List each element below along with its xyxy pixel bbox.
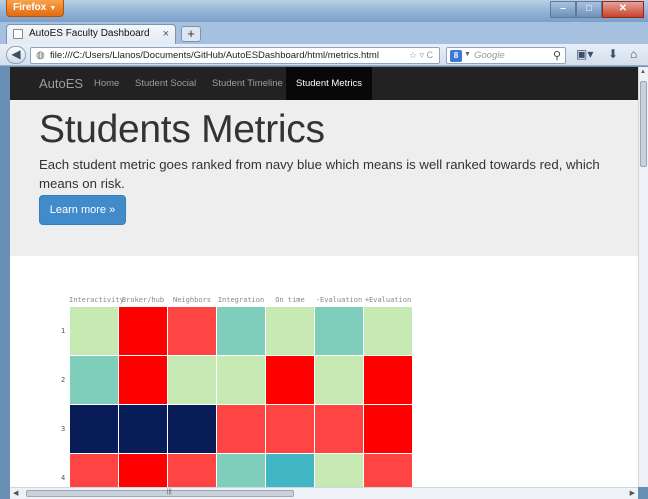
jumbotron: Students Metrics Each student metric goe… — [10, 100, 638, 256]
page-description: Each student metric goes ranked from nav… — [39, 157, 600, 191]
heatmap-cell[interactable] — [315, 356, 363, 404]
heatmap-cell[interactable] — [168, 454, 216, 487]
vertical-scroll-thumb[interactable] — [640, 81, 647, 167]
horizontal-scrollbar[interactable]: ◀ ||| ▶ — [10, 487, 638, 499]
heatmap-cell[interactable] — [70, 454, 118, 487]
bookmarks-icon[interactable]: ▣▾ — [576, 47, 593, 61]
heatmap-cell[interactable] — [315, 454, 363, 487]
search-engine-icon[interactable]: 8 — [450, 50, 462, 62]
student-row-label: 1 — [61, 327, 66, 335]
metric-column-header: +Evaluation — [364, 296, 412, 304]
heatmap-cell[interactable] — [119, 454, 167, 487]
maximize-icon[interactable]: □ — [576, 1, 602, 18]
metric-column-header: On time — [275, 296, 305, 304]
heatmap-cell[interactable] — [217, 454, 265, 487]
heatmap-cell[interactable] — [217, 405, 265, 453]
search-icon[interactable]: ⚲ — [553, 49, 561, 62]
firefox-menu-label: Firefox — [13, 2, 47, 13]
heatmap-cell[interactable] — [168, 356, 216, 404]
address-bar[interactable]: ◍ file:///C:/Users/Llanos/Documents/GitH… — [30, 47, 440, 64]
heatmap-cell[interactable] — [217, 307, 265, 355]
scroll-grip-icon: ||| — [167, 489, 172, 495]
minimize-icon[interactable]: – — [550, 1, 576, 18]
metric-column-header: Broker/hub — [121, 296, 165, 304]
student-row-label: 2 — [61, 376, 66, 384]
close-icon[interactable]: ✕ — [602, 1, 644, 18]
download-icon[interactable]: ⬇ — [608, 47, 618, 61]
scroll-right-icon[interactable]: ▶ — [630, 489, 635, 497]
learn-more-button[interactable]: Learn more » — [39, 195, 126, 225]
window-controls: – □ ✕ — [550, 1, 644, 18]
home-icon[interactable]: ⌂ — [630, 47, 637, 61]
heatmap-cell[interactable] — [315, 405, 363, 453]
heatmap-cell[interactable] — [315, 307, 363, 355]
navbar-brand[interactable]: AutoES — [39, 76, 83, 91]
scroll-up-icon[interactable]: ▲ — [640, 69, 646, 75]
tab-strip: AutoES Faculty Dashboard × + — [0, 22, 648, 44]
new-tab-button[interactable]: + — [181, 26, 201, 42]
heatmap-cell[interactable] — [119, 356, 167, 404]
heatmap-cell[interactable] — [119, 405, 167, 453]
heatmap-cell[interactable] — [70, 307, 118, 355]
heatmap-cell[interactable] — [364, 405, 412, 453]
firefox-menu-button[interactable]: Firefox ▼ — [6, 0, 64, 17]
site-navbar: AutoES Home Student Social Student Timel… — [10, 67, 638, 100]
search-bar[interactable]: 8 ▼ Google ⚲ — [446, 47, 566, 64]
chevron-down-icon: ▼ — [464, 51, 471, 58]
heatmap-cell[interactable] — [364, 454, 412, 487]
heatmap-cell[interactable] — [364, 307, 412, 355]
heatmap-cell[interactable] — [217, 356, 265, 404]
heatmap-cell[interactable] — [70, 356, 118, 404]
metric-column-header: Neighbors — [173, 296, 211, 304]
student-row-label: 3 — [61, 425, 66, 433]
nav-home[interactable]: Home — [94, 78, 119, 89]
student-row-label: 4 — [61, 474, 66, 482]
heatmap-cell[interactable] — [266, 356, 314, 404]
nav-student-metrics[interactable]: Student Metrics — [286, 67, 372, 100]
nav-student-social[interactable]: Student Social — [135, 78, 196, 89]
url-text: file:///C:/Users/Llanos/Documents/GitHub… — [50, 50, 379, 61]
metric-column-header: -Evaluation — [315, 296, 363, 304]
back-arrow-icon[interactable]: ◀ — [6, 46, 26, 64]
metric-column-header: Interactivity — [69, 296, 124, 304]
horizontal-scroll-thumb[interactable]: ||| — [26, 489, 294, 497]
heatmap-cell[interactable] — [266, 405, 314, 453]
scroll-left-icon[interactable]: ◀ — [13, 489, 18, 497]
heatmap-cell[interactable] — [168, 405, 216, 453]
bookmark-star-reload-icon[interactable]: ☆ ▿ C — [409, 50, 433, 61]
window-titlebar: Firefox ▼ – □ ✕ — [0, 0, 648, 22]
chevron-down-icon: ▼ — [49, 5, 57, 12]
metric-column-header: Integration — [217, 296, 265, 304]
page-title: Students Metrics — [39, 108, 325, 151]
browser-tab[interactable]: AutoES Faculty Dashboard × — [6, 24, 176, 44]
heatmap-cell[interactable] — [168, 307, 216, 355]
tab-close-icon[interactable]: × — [163, 25, 169, 43]
page-favicon-icon — [13, 29, 23, 39]
heatmap-cell[interactable] — [266, 307, 314, 355]
browser-toolbar: ◀ ◍ file:///C:/Users/Llanos/Documents/Gi… — [0, 44, 648, 66]
page-viewport: AutoES Home Student Social Student Timel… — [10, 67, 638, 487]
heatmap-cell[interactable] — [70, 405, 118, 453]
heatmap-cell[interactable] — [119, 307, 167, 355]
heatmap-cell[interactable] — [364, 356, 412, 404]
globe-icon: ◍ — [36, 50, 45, 61]
nav-student-timeline[interactable]: Student Timeline — [212, 78, 283, 89]
vertical-scrollbar[interactable]: ▲ — [638, 67, 648, 487]
tab-title: AutoES Faculty Dashboard — [29, 28, 150, 39]
search-placeholder: Google — [474, 50, 505, 61]
heatmap-cell[interactable] — [266, 454, 314, 487]
